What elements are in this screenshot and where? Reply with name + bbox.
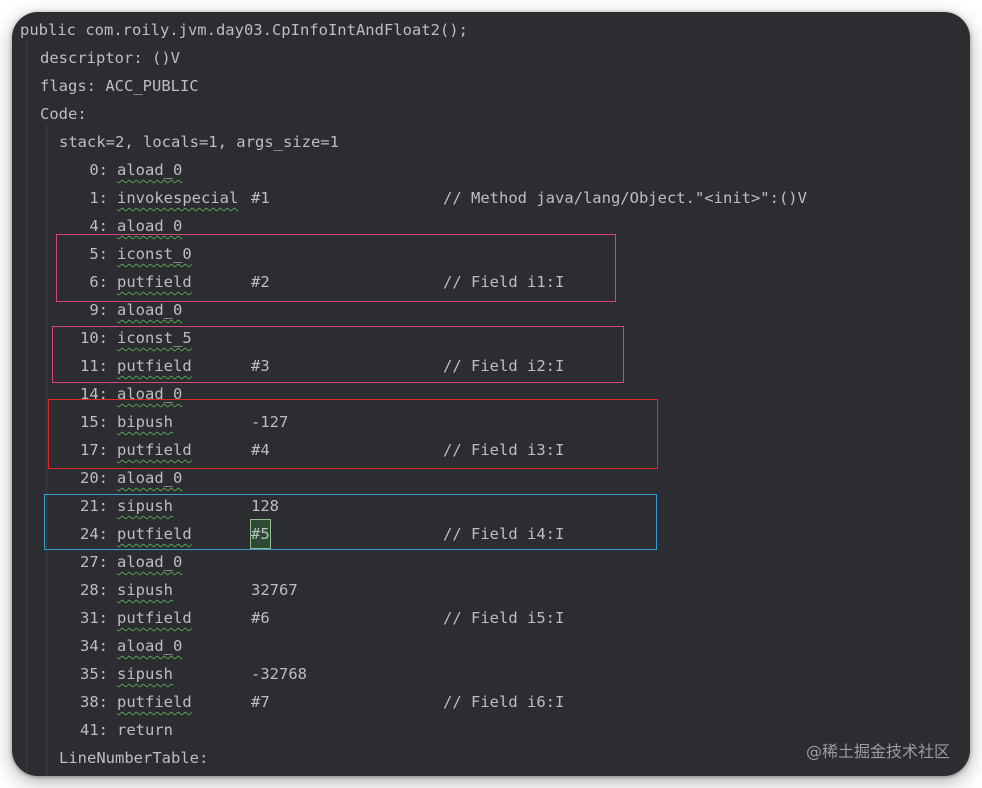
line-number-table-label: LineNumberTable: [59, 749, 209, 767]
instruction-offset: 28: [80, 581, 108, 599]
instruction-opcode: sipush [117, 665, 173, 683]
flags-line: flags: ACC_PUBLIC [12, 72, 199, 100]
instruction-comment: // Field i5:I [443, 609, 565, 627]
instruction-row: 28: sipush 32767 [12, 576, 952, 604]
method-signature: public com.roily.jvm.day03.CpInfoIntAndF… [12, 16, 468, 44]
instruction-opcode: invokespecial [117, 189, 239, 207]
instruction-row: 34: aload_0 [12, 632, 952, 660]
instruction-opcode: putfield [117, 609, 192, 627]
bytecode-editor-window: public com.roily.jvm.day03.CpInfoIntAndF… [12, 12, 970, 776]
instruction-offset: 34: [80, 637, 108, 655]
instruction-operand: #1 [251, 189, 270, 207]
instruction-row: 35: sipush -32768 [12, 660, 952, 688]
instruction-offset: 27: [80, 553, 108, 571]
bipush-box [48, 399, 658, 469]
code-label-line: Code: [12, 100, 87, 128]
descriptor-line: descriptor: ()V [12, 44, 180, 72]
iconst-5-box [52, 326, 624, 383]
instruction-opcode: aload_0 [117, 637, 183, 655]
instruction-opcode: sipush [117, 581, 173, 599]
instruction-opcode: return [117, 721, 173, 739]
instruction-operand: 32767 [251, 581, 298, 599]
instruction-offset: 41: [80, 721, 108, 739]
stack-info: stack=2, locals=1, args_size=1 [59, 133, 339, 151]
watermark: @稀土掘金技术社区 [805, 742, 950, 761]
line-number-table-line: LineNumberTable: [12, 744, 208, 772]
instruction-offset: 31: [80, 609, 108, 627]
instruction-comment: // Method java/lang/Object."<init>":()V [443, 189, 807, 207]
sipush-128-box [44, 494, 657, 550]
instruction-offset: 35: [80, 665, 108, 683]
instruction-row: 1: invokespecial #1 // Method java/lang/Obj… [12, 184, 952, 212]
instruction-opcode: aload_0 [117, 161, 183, 179]
stack-info-line: stack=2, locals=1, args_size=1 [12, 128, 339, 156]
instruction-operand: #7 [251, 693, 270, 711]
instruction-offset: 38: [80, 693, 108, 711]
descriptor-text: descriptor: ()V [40, 49, 180, 67]
instruction-operand: #6 [251, 609, 270, 627]
instruction-comment: // Field i6:I [443, 693, 565, 711]
iconst-0-box [56, 234, 616, 302]
instruction-opcode: putfield [117, 693, 192, 711]
flags-text: flags: ACC_PUBLIC [40, 77, 199, 95]
signature-text: public com.roily.jvm.day03.CpInfoIntAndF… [20, 21, 468, 39]
code-label: Code: [40, 105, 87, 123]
instruction-offset: 0: [89, 161, 108, 179]
instruction-row: 38: putfield #7 // Field i6:I [12, 688, 952, 716]
instruction-operand: -32768 [251, 665, 307, 683]
instruction-row: 31: putfield #6 // Field i5:I [12, 604, 952, 632]
instruction-opcode: aload_0 [117, 553, 183, 571]
instruction-row: 0: aload_0 [12, 156, 952, 184]
instruction-offset: 1: [89, 189, 108, 207]
instruction-row: 27: aload_0 [12, 548, 952, 576]
